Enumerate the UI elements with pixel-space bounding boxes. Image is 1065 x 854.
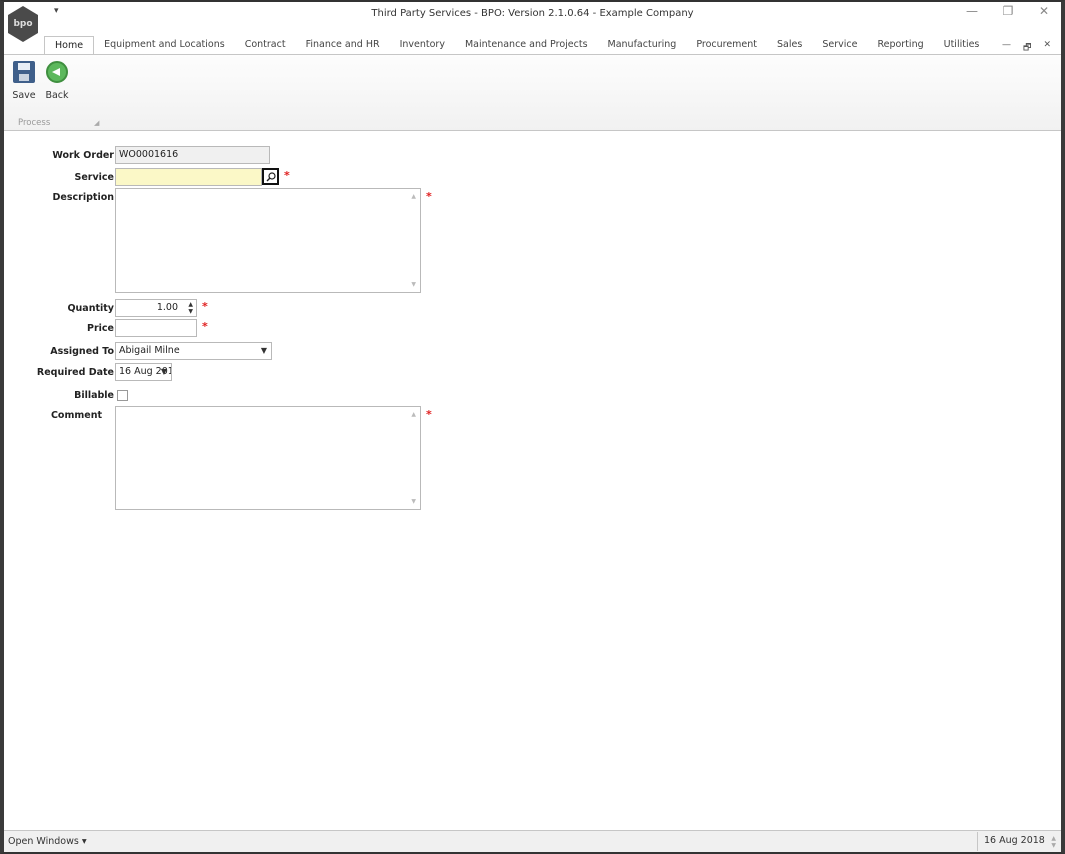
back-button[interactable]: Back (43, 61, 71, 101)
open-windows-menu[interactable]: Open Windows ▾ (8, 836, 87, 847)
billable-checkbox[interactable] (117, 390, 128, 401)
quantity-label: Quantity (67, 303, 114, 314)
quantity-stepper[interactable]: 1.00 ▲ ▼ (115, 299, 197, 317)
tab-finance-and-hr[interactable]: Finance and HR (296, 36, 390, 54)
description-label: Description (52, 192, 114, 203)
close-icon[interactable]: ✕ (1037, 4, 1051, 18)
save-icon (13, 61, 35, 83)
assigned-to-dropdown[interactable]: Abigail Milne ▼ (115, 342, 272, 360)
minimize-icon[interactable]: — (965, 4, 979, 18)
ribbon-group-process: Process (18, 118, 51, 128)
tab-inventory[interactable]: Inventory (390, 36, 455, 54)
comment-required-marker: * (426, 408, 432, 421)
restore-icon[interactable]: ❐ (1001, 4, 1015, 18)
save-label: Save (12, 90, 36, 101)
assigned-to-label: Assigned To (50, 346, 114, 357)
comment-textarea[interactable]: ▲ ▼ (115, 406, 421, 510)
tab-reporting[interactable]: Reporting (867, 36, 933, 54)
group-launcher-icon[interactable]: ◢ (94, 119, 99, 127)
price-input[interactable] (115, 319, 197, 337)
tab-maintenance-and-projects[interactable]: Maintenance and Projects (455, 36, 598, 54)
required-date-picker[interactable]: 16 Aug 2018 ▼ (115, 363, 172, 381)
tab-utilities[interactable]: Utilities (934, 36, 990, 54)
tab-sales[interactable]: Sales (767, 36, 812, 54)
title-bar: bpo ▾ Third Party Services - BPO: Versio… (4, 2, 1061, 42)
description-required-marker: * (426, 190, 432, 203)
assigned-to-value: Abigail Milne (119, 345, 180, 356)
quantity-required-marker: * (202, 300, 208, 313)
back-arrow-icon (46, 61, 68, 83)
scroll-up-icon[interactable]: ▲ (411, 411, 416, 418)
ribbon-tabs: Home Equipment and Locations Contract Fi… (44, 36, 1061, 54)
tab-contract[interactable]: Contract (235, 36, 296, 54)
chevron-down-icon[interactable]: ▼ (261, 343, 267, 359)
required-date-label: Required Date (36, 367, 114, 378)
billable-label: Billable (74, 390, 114, 401)
back-label: Back (45, 90, 69, 101)
service-required-marker: * (284, 169, 290, 182)
work-order-form: Work Order WO0001616 Service * Descripti… (4, 132, 1061, 830)
service-input[interactable] (115, 168, 262, 186)
spin-updown-icon[interactable]: ▲ ▼ (188, 301, 193, 315)
comment-label: Comment (50, 410, 102, 421)
price-label: Price (87, 323, 114, 334)
work-order-label: Work Order (52, 150, 114, 161)
save-button[interactable]: Save (10, 61, 38, 101)
calendar-dropdown-icon[interactable]: ▼ (161, 364, 167, 380)
status-bar: Open Windows ▾ 16 Aug 2018 ▲ ▼ (4, 830, 1061, 852)
service-label: Service (74, 172, 115, 183)
search-icon (266, 171, 276, 181)
tab-home[interactable]: Home (44, 36, 95, 54)
service-lookup-button[interactable] (262, 168, 279, 185)
window-title: Third Party Services - BPO: Version 2.1.… (371, 8, 694, 19)
date-spin-icon[interactable]: ▲ ▼ (1051, 835, 1056, 849)
status-date-value: 16 Aug 2018 (984, 835, 1045, 846)
ribbon: Save Back Process ◢ (4, 54, 1061, 131)
scroll-down-icon[interactable]: ▼ (411, 498, 416, 505)
tab-procurement[interactable]: Procurement (686, 36, 767, 54)
description-textarea[interactable]: ▲ ▼ (115, 188, 421, 293)
work-order-field: WO0001616 (115, 146, 270, 164)
scroll-down-icon[interactable]: ▼ (411, 281, 416, 288)
tab-manufacturing[interactable]: Manufacturing (598, 36, 687, 54)
scroll-up-icon[interactable]: ▲ (411, 193, 416, 200)
tab-service[interactable]: Service (812, 36, 867, 54)
app-window: bpo ▾ Third Party Services - BPO: Versio… (0, 0, 1065, 854)
tab-equipment-and-locations[interactable]: Equipment and Locations (94, 36, 235, 54)
price-required-marker: * (202, 320, 208, 333)
status-date[interactable]: 16 Aug 2018 ▲ ▼ (977, 832, 1059, 851)
quantity-value: 1.00 (156, 302, 178, 313)
